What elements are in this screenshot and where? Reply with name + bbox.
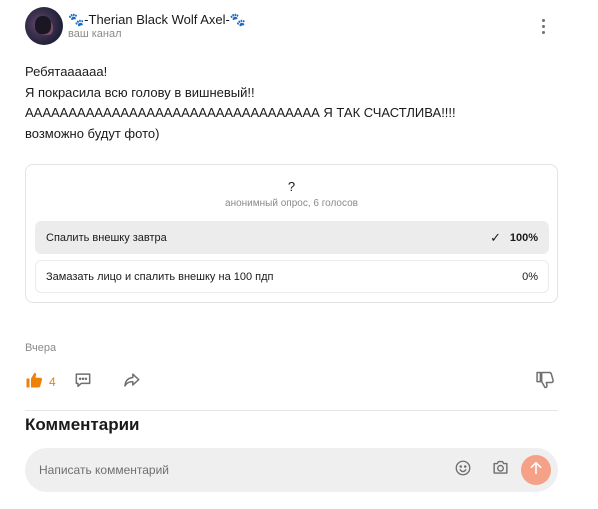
post-header: 🐾-Therian Black Wolf Axel-🐾 ваш канал <box>25 7 555 45</box>
like-count: 4 <box>49 375 56 389</box>
share-icon <box>122 370 142 395</box>
post-line: Ребятаааааа! <box>25 64 108 79</box>
poll: ? анонимный опрос, 6 голосов Спалить вне… <box>25 164 558 303</box>
comment-button[interactable] <box>73 370 93 394</box>
dislike-button[interactable] <box>535 370 555 394</box>
channel-subtitle: ваш канал <box>68 28 122 40</box>
post-actions: 4 <box>25 370 558 394</box>
comment-composer <box>25 448 558 492</box>
attach-photo-button[interactable] <box>489 459 511 481</box>
poll-option-percent: 0% <box>522 271 538 283</box>
post-line: возможно будут фото) <box>25 125 160 141</box>
more-options-button[interactable] <box>533 15 553 37</box>
like-button[interactable]: 4 <box>25 370 56 394</box>
share-button[interactable] <box>122 370 142 394</box>
post-date: Вчера <box>25 342 57 354</box>
poll-option[interactable]: Замазать лицо и спалить внешку на 100 пд… <box>35 260 549 293</box>
post-line: АААААААААААААААААААААААААААААААААА Я ТАК… <box>25 105 456 120</box>
dot-icon <box>541 18 545 22</box>
poll-question: ? <box>287 179 296 194</box>
poll-option[interactable]: Спалить внешку завтра ✓ 100% <box>35 221 549 254</box>
comment-input[interactable] <box>39 460 439 480</box>
dot-icon <box>541 30 545 34</box>
poll-meta: анонимный опрос, 6 голосов <box>225 198 358 209</box>
thumbs-down-icon <box>535 370 555 395</box>
poll-option-label: Замазать лицо и спалить внешку на 100 пд… <box>46 271 274 283</box>
divider <box>25 410 558 411</box>
thumbs-up-icon <box>25 371 43 394</box>
check-icon: ✓ <box>490 230 501 245</box>
comments-title: Комментарии <box>25 415 140 434</box>
comment-icon <box>73 370 93 395</box>
avatar[interactable] <box>25 7 63 45</box>
emoji-button[interactable] <box>452 459 474 481</box>
poll-option-percent: 100% <box>509 232 538 244</box>
channel-name[interactable]: 🐾-Therian Black Wolf Axel-🐾 <box>68 12 246 28</box>
arrow-up-icon <box>528 460 544 481</box>
dot-icon <box>541 24 545 28</box>
send-button[interactable] <box>521 455 551 485</box>
poll-option-label: Спалить внешку завтра <box>46 232 167 244</box>
camera-icon <box>491 458 510 482</box>
emoji-icon <box>454 459 472 482</box>
post-line: Я покрасила всю голову в вишневый!! <box>25 84 255 100</box>
post-body: Ребятаааааа! Я покрасила всю голову в ви… <box>25 62 565 144</box>
